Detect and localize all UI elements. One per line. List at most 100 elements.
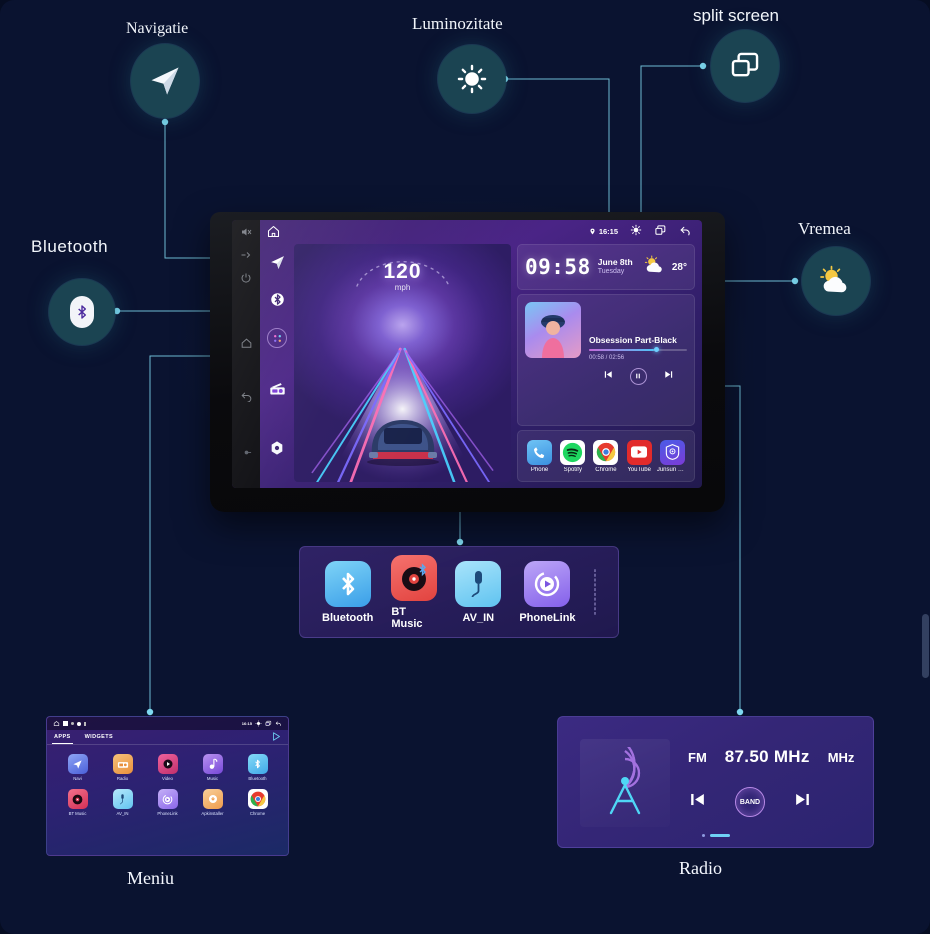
knob-icon[interactable] <box>239 447 253 458</box>
brightness-icon[interactable] <box>630 224 642 238</box>
menu-app-label: Chrome <box>249 811 266 816</box>
menu-app-navi[interactable]: Navi <box>55 754 100 781</box>
menu-app-label: AV_IN <box>116 811 129 816</box>
play-store-icon[interactable] <box>272 728 281 746</box>
tab-apps[interactable]: APPS <box>52 734 73 744</box>
dock-panel-app-bt-music[interactable]: BT Music <box>391 554 438 630</box>
menu-app-music[interactable]: Music <box>190 754 235 781</box>
clock-date: June 8th <box>597 257 633 268</box>
dock-app-junsun[interactable]: Junsun Se.. <box>657 439 688 473</box>
volume-icon[interactable] <box>239 249 253 261</box>
bluetooth-icon <box>247 754 268 774</box>
dock-panel-app-phonelink[interactable]: PhoneLink <box>519 560 576 624</box>
head-unit-screen[interactable]: 16:15 120 mph 09:58 June 8th Tuesday 28°… <box>232 220 702 488</box>
clock-time: 09:58 <box>525 255 591 279</box>
page-indicator <box>558 834 873 837</box>
bluetooth-icon[interactable] <box>269 291 286 308</box>
dock-app-phone[interactable]: Phone <box>525 439 555 473</box>
temperature: 28° <box>671 261 687 273</box>
page-scrollbar[interactable] <box>922 614 929 678</box>
dock-app-spotify[interactable]: Spotify <box>558 439 588 473</box>
callout-luminozitate-label: Luminozitate <box>412 14 503 33</box>
driving-visual[interactable]: 120 mph <box>294 244 511 482</box>
settings-icon[interactable] <box>269 439 286 456</box>
back-arrow-icon[interactable] <box>679 224 692 239</box>
tab-widgets[interactable]: WIDGETS <box>85 734 113 740</box>
bt-music-icon <box>67 789 88 809</box>
skip-next-icon[interactable] <box>663 367 674 385</box>
pause-icon[interactable] <box>629 367 647 385</box>
dock-panel-app-label: AV_IN <box>462 611 495 624</box>
band-button[interactable]: BAND <box>735 787 765 817</box>
radio-screen-panel[interactable]: FM 87.50 MHz MHz BAND <box>557 716 874 848</box>
callout-navigatie-label: Navigatie <box>126 20 189 37</box>
clock-weather-widget[interactable]: 09:58 June 8th Tuesday 28° <box>517 244 695 290</box>
menu-app-label: PhoneLink <box>157 811 178 816</box>
app-rail <box>260 244 294 482</box>
radio-icon <box>112 754 133 774</box>
spotify-icon <box>560 439 586 465</box>
menu-app-bt-music[interactable]: BT Music <box>55 789 100 816</box>
radio-icon[interactable] <box>269 380 286 397</box>
progress-bar[interactable] <box>589 347 687 352</box>
av-in-icon <box>112 789 133 809</box>
head-unit-device: 16:15 120 mph 09:58 June 8th Tuesday 28°… <box>210 212 725 512</box>
skip-previous-icon[interactable] <box>688 790 707 814</box>
power-icon[interactable] <box>239 272 253 284</box>
menu-status-time: 16:15 <box>241 721 252 726</box>
mute-icon[interactable] <box>239 226 253 238</box>
status-time: 16:15 <box>598 226 618 236</box>
clock-weekday: Tuesday <box>597 267 625 275</box>
app-dock[interactable]: Phone Spotify Chrome YouTube Junsun Se.. <box>517 430 695 482</box>
dock-app-youtube[interactable]: YouTube <box>624 439 654 473</box>
menu-app-video[interactable]: Video <box>145 754 190 781</box>
callout-luminozitate[interactable]: Luminozitate <box>412 14 506 113</box>
skip-previous-icon[interactable] <box>603 367 614 385</box>
track-time: 00:58 / 02:56 <box>589 355 625 361</box>
dock-app-chrome[interactable]: Chrome <box>591 439 621 473</box>
menu-app-av-in[interactable]: AV_IN <box>100 789 145 816</box>
track-title: Obsession Part-Black <box>589 335 677 345</box>
dock-app-label: Spotify <box>563 466 582 473</box>
home-hw-icon[interactable] <box>239 337 253 350</box>
menu-app-bluetooth[interactable]: Bluetooth <box>235 754 280 781</box>
dock-panel-app-av-in[interactable]: AV_IN <box>455 560 502 624</box>
split-screen-icon[interactable] <box>654 224 667 239</box>
menu-app-phonelink[interactable]: PhoneLink <box>145 789 190 816</box>
bluetooth-icon <box>49 279 115 345</box>
callout-split-screen-label: split screen <box>693 6 779 25</box>
menu-tabs[interactable]: APPS WIDGETS <box>47 730 288 745</box>
label-meniu: Meniu <box>127 868 174 888</box>
callout-navigatie[interactable]: Navigatie <box>126 20 199 118</box>
radio-tower-icon <box>580 739 670 827</box>
callout-split-screen[interactable]: split screen <box>693 6 779 102</box>
dock-panel-app-label: BT Music <box>391 605 423 630</box>
widget-column: 09:58 June 8th Tuesday 28° Obsession Par… <box>517 244 695 482</box>
dock-app-label: Chrome <box>595 466 617 473</box>
dock-panel-app-label: Bluetooth <box>322 611 374 624</box>
feature-dock-panel[interactable]: Bluetooth BT Music AV_IN PhoneLink <box>299 546 619 638</box>
menu-app-radio[interactable]: Radio <box>100 754 145 781</box>
menu-screen-panel[interactable]: 16:15 APPS WIDGETS Navi Radio Video Musi… <box>46 716 289 856</box>
apps-grid-icon[interactable] <box>267 328 287 348</box>
radio-frequency-unit: MHz <box>827 750 855 765</box>
back-hw-icon[interactable] <box>239 389 253 402</box>
media-player-widget[interactable]: Obsession Part-Black 00:58 / 02:56 <box>517 294 695 426</box>
callout-vremea-label: Vremea <box>798 219 851 238</box>
home-icon[interactable] <box>266 224 281 244</box>
skip-next-icon[interactable] <box>793 790 812 814</box>
menu-app-grid: Navi Radio Video Music Bluetooth BT Musi… <box>47 745 288 822</box>
menu-app-chrome[interactable]: Chrome <box>235 789 280 816</box>
callout-vremea[interactable]: Vremea <box>798 219 870 315</box>
navigation-arrow-icon[interactable] <box>269 254 286 271</box>
empty-app-slot[interactable] <box>593 569 596 615</box>
dock-panel-app-bluetooth[interactable]: Bluetooth <box>322 560 374 624</box>
callout-bluetooth[interactable]: Bluetooth <box>31 237 115 345</box>
menu-app-label: Video <box>162 776 173 781</box>
phone-icon <box>527 439 553 465</box>
menu-app-apkinstaller[interactable]: Apkinstaller <box>190 789 235 816</box>
menu-status-bar: 16:15 <box>47 717 288 730</box>
menu-app-label: BT Music <box>68 811 87 816</box>
menu-app-label: Bluetooth <box>248 776 267 781</box>
radio-controls[interactable]: BAND <box>688 787 812 817</box>
